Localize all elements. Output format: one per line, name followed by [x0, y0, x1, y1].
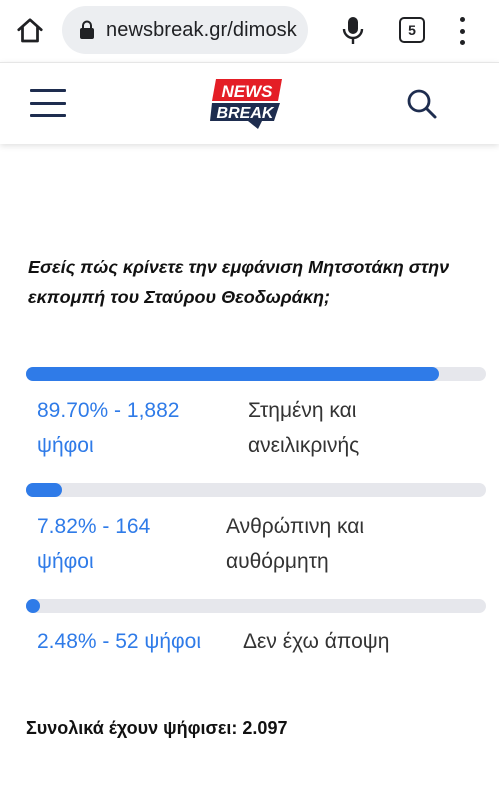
poll-bar-track	[26, 599, 486, 613]
home-button[interactable]	[12, 13, 48, 49]
tab-count: 5	[408, 22, 416, 38]
hamburger-line	[30, 101, 66, 105]
menu-dot-icon	[459, 40, 465, 45]
poll-total-value: 2.097	[242, 718, 288, 738]
lock-icon	[80, 20, 94, 39]
hamburger-menu-button[interactable]	[30, 89, 66, 117]
poll-result-value: 2.48% - 52 ψήφοι	[37, 630, 202, 653]
logo-text-break: BREAK	[217, 105, 275, 122]
site-header: NEWS BREAK	[0, 62, 499, 144]
logo-text-news: NEWS	[222, 82, 274, 101]
microphone-icon	[342, 17, 364, 44]
poll-total-label: Συνολικά έχουν ψήφισει:	[26, 718, 238, 738]
search-icon[interactable]	[405, 87, 439, 121]
poll-bar-fill	[26, 483, 62, 497]
menu-dot-icon	[459, 28, 465, 34]
poll-result-value: 89.70% - 1,882 ψήφοι	[37, 399, 180, 457]
poll-result-label: Στημένη και ανειλικρινής	[248, 399, 360, 457]
browser-menu-button[interactable]	[452, 14, 472, 48]
browser-toolbar: newsbreak.gr/dimosk 5	[0, 0, 499, 62]
poll-question: Εσείς πώς κρίνετε την εμφάνιση Μητσοτάκη…	[28, 257, 450, 307]
poll-result-value: 7.82% - 164 ψήφοι	[37, 515, 151, 573]
tab-switcher-button[interactable]: 5	[399, 17, 425, 43]
poll-total: Συνολικά έχουν ψήφισει: 2.097	[26, 718, 287, 739]
poll-result-label: Δεν έχω άποψη	[243, 630, 390, 653]
menu-dot-icon	[459, 17, 465, 22]
poll-bar-track	[26, 367, 486, 381]
home-icon	[17, 18, 43, 43]
poll-bar-fill	[26, 367, 439, 381]
poll-bar-track	[26, 483, 486, 497]
hamburger-line	[30, 89, 66, 92]
url-text: newsbreak.gr/dimosk	[106, 18, 297, 41]
address-bar[interactable]: newsbreak.gr/dimosk	[62, 6, 308, 54]
poll-bar-fill	[26, 599, 40, 613]
voice-search-button[interactable]	[338, 13, 368, 49]
poll-result-label: Ανθρώπινη και αυθόρμητη	[226, 515, 365, 573]
hamburger-line	[30, 114, 66, 117]
newsbreak-logo[interactable]: NEWS BREAK	[208, 77, 284, 129]
